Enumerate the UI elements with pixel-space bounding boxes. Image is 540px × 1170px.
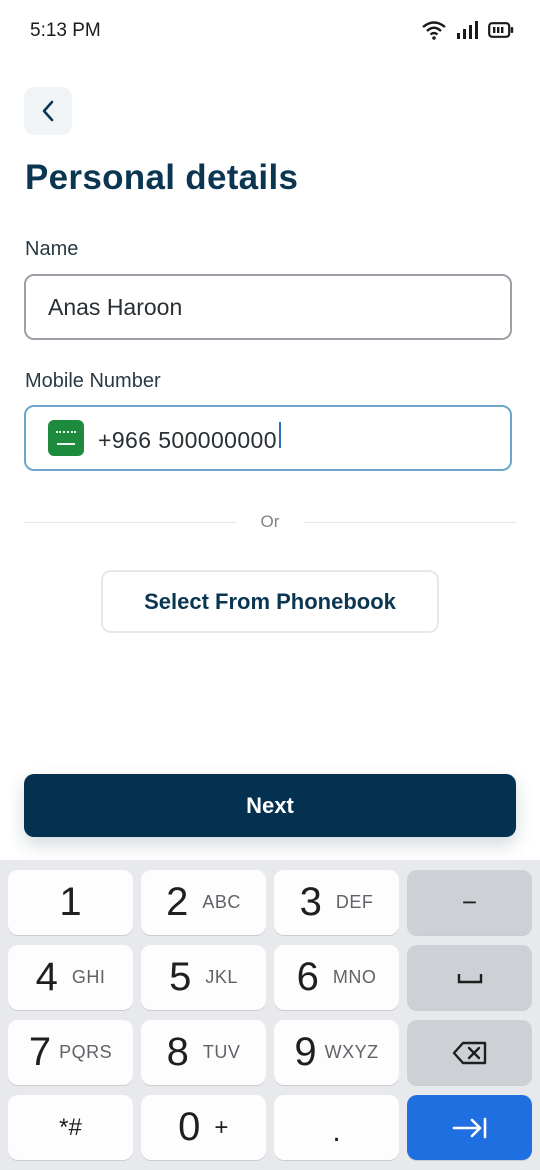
chevron-left-icon bbox=[42, 100, 54, 122]
key-symbol: . bbox=[332, 1114, 341, 1148]
key-letters: JKL bbox=[205, 967, 238, 987]
tab-arrow-icon bbox=[452, 1117, 486, 1138]
minus-key[interactable]: − bbox=[407, 870, 532, 935]
status-icons bbox=[422, 20, 514, 40]
key-1[interactable]: 1 bbox=[8, 870, 133, 935]
divider-line-left bbox=[24, 522, 236, 523]
backspace-icon bbox=[452, 1041, 486, 1064]
key-4[interactable]: 4 GHI bbox=[8, 945, 133, 1010]
page-title: Personal details bbox=[25, 158, 299, 197]
key-2[interactable]: 2 ABC bbox=[141, 870, 266, 935]
key-number: 9 bbox=[294, 1030, 317, 1074]
mobile-number: 500000000 bbox=[158, 427, 277, 453]
key-number: 0 bbox=[178, 1105, 201, 1149]
key-5[interactable]: 5 JKL bbox=[141, 945, 266, 1010]
key-letters: MNO bbox=[332, 967, 377, 987]
key-letters: GHI bbox=[71, 967, 106, 987]
key-symbol: *# bbox=[59, 1113, 82, 1141]
name-input[interactable]: Anas Haroon bbox=[24, 274, 512, 340]
mobile-label: Mobile Number bbox=[25, 370, 161, 392]
wifi-icon bbox=[422, 21, 446, 40]
signal-icon bbox=[457, 21, 478, 39]
key-letters: WXYZ bbox=[324, 1042, 379, 1062]
key-letters: DEF bbox=[335, 892, 374, 912]
key-period[interactable]: . bbox=[274, 1095, 399, 1160]
key-number: 1 bbox=[59, 880, 82, 924]
phone-value: +966 500000000 bbox=[98, 422, 281, 454]
status-bar: 5:13 PM bbox=[0, 0, 540, 64]
key-star-hash[interactable]: *# bbox=[8, 1095, 133, 1160]
status-time: 5:13 PM bbox=[30, 20, 101, 41]
select-from-phonebook-button[interactable]: Select From Phonebook bbox=[101, 570, 439, 633]
divider-line-right bbox=[304, 522, 516, 523]
next-button[interactable]: Next bbox=[24, 774, 516, 837]
or-text: Or bbox=[260, 512, 280, 531]
key-6[interactable]: 6 MNO bbox=[274, 945, 399, 1010]
backspace-key[interactable] bbox=[407, 1020, 532, 1085]
key-9[interactable]: 9 WXYZ bbox=[274, 1020, 399, 1085]
name-value: Anas Haroon bbox=[48, 293, 183, 320]
key-letters: TUV bbox=[202, 1042, 241, 1062]
mobile-number-input[interactable]: +966 500000000 bbox=[24, 405, 512, 471]
battery-icon bbox=[488, 22, 514, 38]
key-letters: + bbox=[214, 1113, 229, 1141]
space-icon bbox=[457, 973, 482, 983]
key-number: 5 bbox=[169, 955, 192, 999]
text-caret bbox=[278, 422, 281, 448]
key-8[interactable]: 8 TUV bbox=[141, 1020, 266, 1085]
numeric-keyboard: 1 2 ABC 3 DEF − 4 GHI 5 JKL 6 MNO 7 PQRS… bbox=[0, 860, 540, 1170]
key-7[interactable]: 7 PQRS bbox=[8, 1020, 133, 1085]
next-field-key[interactable] bbox=[407, 1095, 532, 1160]
key-0[interactable]: 0 + bbox=[141, 1095, 266, 1160]
key-number: 2 bbox=[166, 880, 189, 924]
key-number: 3 bbox=[299, 880, 322, 924]
saudi-flag-icon[interactable] bbox=[48, 420, 84, 456]
key-3[interactable]: 3 DEF bbox=[274, 870, 399, 935]
key-number: 7 bbox=[28, 1030, 52, 1074]
key-letters: PQRS bbox=[59, 1042, 113, 1062]
back-button[interactable] bbox=[24, 87, 72, 135]
key-number: 6 bbox=[296, 955, 319, 999]
minus-symbol: − bbox=[461, 887, 478, 917]
or-divider: Or bbox=[24, 512, 516, 534]
space-key[interactable] bbox=[407, 945, 532, 1010]
name-label: Name bbox=[25, 238, 79, 260]
country-code: +966 bbox=[98, 427, 152, 453]
key-letters: ABC bbox=[202, 892, 241, 912]
key-number: 4 bbox=[35, 955, 58, 999]
key-number: 8 bbox=[166, 1030, 189, 1074]
